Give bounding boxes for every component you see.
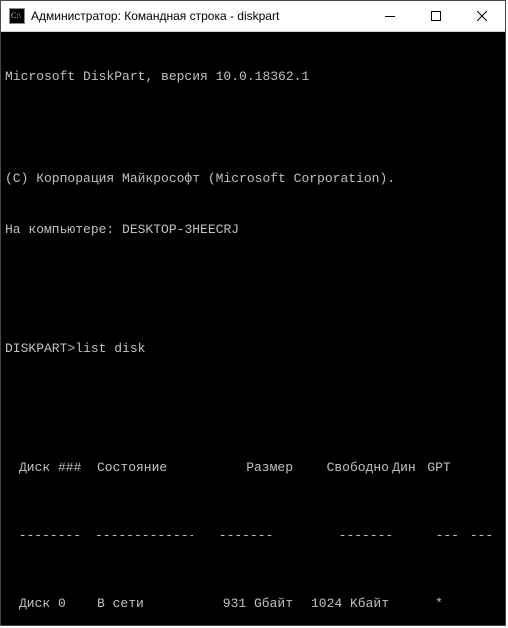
col-gpt: GPT <box>419 459 459 476</box>
col-free: Свободно <box>293 459 389 476</box>
col-size: Размер <box>197 459 293 476</box>
table-header: Диск ###СостояниеРазмерСвободноДинGPT <box>5 459 501 476</box>
computer-name: DESKTOP-3HEECRJ <box>122 222 239 237</box>
maximize-button[interactable] <box>413 1 459 31</box>
disk-free: 1024 Kбайт <box>293 595 389 612</box>
titlebar[interactable]: C:\ Администратор: Командная строка - di… <box>1 1 505 32</box>
computer-label: На компьютере: <box>5 222 114 237</box>
disk-name: Диск 0 <box>19 595 97 612</box>
command-text: list disk <box>75 340 145 357</box>
window-title: Администратор: Командная строка - diskpa… <box>31 9 367 23</box>
prompt: DISKPART> <box>5 340 75 357</box>
window-controls <box>367 1 505 31</box>
col-state: Состояние <box>97 459 197 476</box>
disk-dyn <box>389 595 419 612</box>
computer-line: На компьютере: DESKTOP-3HEECRJ <box>5 221 501 238</box>
table-separator: ----------------------------------------… <box>5 527 501 544</box>
blank-line <box>5 119 501 136</box>
console-window: C:\ Администратор: Командная строка - di… <box>0 0 506 626</box>
svg-text:C:\: C:\ <box>11 11 22 20</box>
console-area[interactable]: Microsoft DiskPart, версия 10.0.18362.1 … <box>1 32 505 625</box>
disk-gpt: * <box>419 595 459 612</box>
blank-line <box>5 391 501 408</box>
copyright-line: (C) Корпорация Майкрософт (Microsoft Cor… <box>5 170 501 187</box>
blank-line <box>5 272 501 289</box>
disk-size: 931 Gбайт <box>197 595 293 612</box>
minimize-button[interactable] <box>367 1 413 31</box>
disk-state: В сети <box>97 595 197 612</box>
table-row: Диск 0В сети931 Gбайт1024 Kбайт * <box>5 595 501 612</box>
col-disk: Диск ### <box>19 459 97 476</box>
close-button[interactable] <box>459 1 505 31</box>
col-dyn: Дин <box>389 459 419 476</box>
cmd-list-disk: DISKPART> list disk <box>5 340 501 357</box>
cmd-icon: C:\ <box>9 8 25 24</box>
version-line: Microsoft DiskPart, версия 10.0.18362.1 <box>5 68 501 85</box>
